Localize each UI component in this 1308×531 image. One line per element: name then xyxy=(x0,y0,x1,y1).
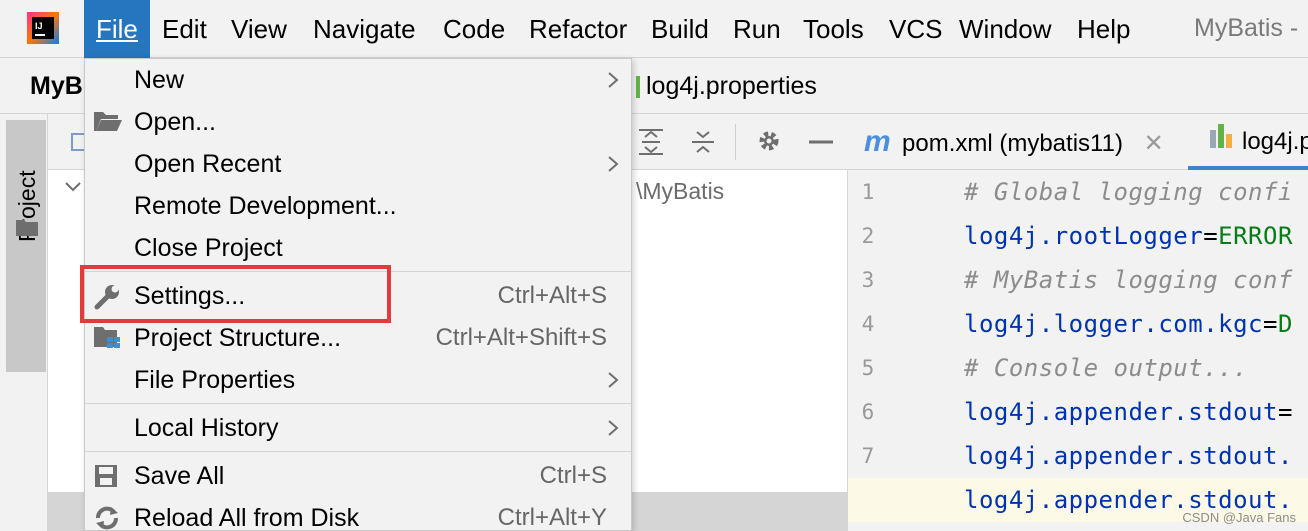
line-number: 1 xyxy=(861,180,875,204)
property-value: D xyxy=(1277,310,1293,338)
chevron-down-icon[interactable] xyxy=(64,180,82,199)
property-value: ERROR xyxy=(1218,222,1293,250)
folder-icon xyxy=(16,218,38,241)
menu-item-open-recent[interactable]: Open Recent xyxy=(85,143,631,185)
menu-item-label: Open Recent xyxy=(134,150,282,178)
menu-help[interactable]: Help xyxy=(1065,0,1142,58)
code-line: log4j.appender.stdout= xyxy=(964,398,1293,426)
chevron-right-icon xyxy=(607,155,619,178)
menu-refactor[interactable]: Refactor xyxy=(517,0,639,58)
expand-all-icon[interactable] xyxy=(638,128,664,161)
settings-highlight-box xyxy=(80,265,391,323)
menu-item-new[interactable]: New xyxy=(85,59,631,101)
menu-item-save-all[interactable]: Save All Ctrl+S xyxy=(85,455,631,497)
menu-code[interactable]: Code xyxy=(431,0,517,58)
menu-item-shortcut: Ctrl+Alt+Shift+S xyxy=(435,324,607,351)
chevron-right-icon xyxy=(607,419,619,442)
menu-item-project-structure[interactable]: Project Structure... Ctrl+Alt+Shift+S xyxy=(85,317,631,359)
menu-build[interactable]: Build xyxy=(639,0,721,58)
line-number: 4 xyxy=(861,312,875,336)
breadcrumb-project[interactable]: MyB xyxy=(30,58,83,114)
editor-tabs: m pom.xml (mybatis11) ✕ log4j.p xyxy=(848,114,1308,170)
menu-item-label: Project Structure... xyxy=(134,324,342,352)
menu-item-label: Save All xyxy=(134,462,225,490)
gear-icon[interactable] xyxy=(756,128,782,159)
chevron-right-icon xyxy=(607,71,619,94)
menu-item-label: Close Project xyxy=(134,234,283,262)
chevron-right-icon xyxy=(607,371,619,394)
reload-icon xyxy=(93,505,121,531)
tab-label: log4j.p xyxy=(1242,128,1308,155)
code-line: # MyBatis logging conf xyxy=(964,266,1293,294)
properties-file-icon xyxy=(1208,115,1242,171)
toolbar-divider xyxy=(735,124,736,160)
intellij-logo-icon[interactable]: IJ xyxy=(27,12,59,44)
breadcrumb-file[interactable]: log4j.properties xyxy=(646,58,817,114)
code-line: # Global logging confi xyxy=(964,178,1293,206)
code-editor[interactable]: # Global logging confi log4j.rootLogger=… xyxy=(952,170,1308,531)
equals-sign: = xyxy=(1277,398,1293,426)
line-number: 3 xyxy=(861,268,875,292)
equals-sign: = xyxy=(1203,222,1219,250)
collapse-all-icon[interactable] xyxy=(690,128,716,161)
tab-log4j-properties[interactable]: log4j.p xyxy=(1208,114,1308,170)
project-structure-icon xyxy=(93,325,123,356)
folder-open-icon xyxy=(93,109,123,138)
equals-sign: = xyxy=(1262,310,1278,338)
window-title: MyBatis - xyxy=(1194,14,1299,42)
menu-item-shortcut: Ctrl+Alt+Y xyxy=(497,504,607,531)
menu-file-label: File xyxy=(96,14,138,44)
watermark-text: CSDN @Java Fans xyxy=(1182,510,1296,525)
menu-item-label: Open... xyxy=(134,108,216,136)
menu-navigate[interactable]: Navigate xyxy=(301,0,428,58)
menu-item-local-history[interactable]: Local History xyxy=(85,407,631,449)
main-menubar: IJ File Edit View Navigate Code Refactor… xyxy=(0,0,1308,58)
menu-tools[interactable]: Tools xyxy=(791,0,876,58)
property-key: log4j.rootLogger xyxy=(964,222,1204,250)
menu-item-label: Remote Development... xyxy=(134,192,397,220)
menu-edit[interactable]: Edit xyxy=(150,0,219,58)
menu-item-close-project[interactable]: Close Project xyxy=(85,227,631,269)
editor-gutter: 1 2 3 4 5 6 7 8 xyxy=(848,170,952,531)
project-tool-window-button[interactable]: Project xyxy=(6,120,46,372)
line-number: 6 xyxy=(861,400,875,424)
close-icon[interactable]: ✕ xyxy=(1144,116,1164,172)
menu-item-label: File Properties xyxy=(134,366,296,394)
code-line: log4j.appender.stdout. xyxy=(964,442,1293,470)
property-key: log4j.appender.stdout. xyxy=(964,442,1293,470)
line-number: 7 xyxy=(861,444,875,468)
menu-item-open[interactable]: Open... xyxy=(85,101,631,143)
left-tool-strip: Project xyxy=(0,114,48,531)
menu-window[interactable]: Window xyxy=(947,0,1063,58)
menu-file[interactable]: File xyxy=(84,0,150,58)
code-line: # Console output... xyxy=(964,354,1249,382)
save-icon xyxy=(93,463,121,494)
properties-file-icon xyxy=(636,76,640,98)
menu-separator xyxy=(85,403,631,404)
property-key: log4j.logger.com.kgc xyxy=(964,310,1263,338)
menu-item-label: Reload All from Disk xyxy=(134,504,360,531)
property-key: log4j.appender.stdout xyxy=(964,398,1278,426)
maven-icon: m xyxy=(864,125,891,158)
menu-run[interactable]: Run xyxy=(721,0,793,58)
menu-item-label: New xyxy=(134,66,185,94)
menu-item-label: Local History xyxy=(134,414,279,442)
menu-item-file-properties[interactable]: File Properties xyxy=(85,359,631,401)
logo-text: IJ xyxy=(35,21,43,31)
menu-item-remote-development[interactable]: Remote Development... xyxy=(85,185,631,227)
line-number: 2 xyxy=(861,224,875,248)
code-line: log4j.rootLogger=ERROR xyxy=(964,222,1293,250)
menu-vcs[interactable]: VCS xyxy=(877,0,954,58)
menu-separator xyxy=(85,451,631,452)
menu-view[interactable]: View xyxy=(219,0,299,58)
menu-item-shortcut: Ctrl+S xyxy=(539,462,607,489)
menu-item-reload-all[interactable]: Reload All from Disk Ctrl+Alt+Y xyxy=(85,497,631,531)
menu-item-shortcut: Ctrl+Alt+S xyxy=(497,282,607,309)
line-number: 5 xyxy=(861,356,875,380)
tab-label: pom.xml (mybatis11) xyxy=(902,130,1123,157)
project-root-path: \MyBatis xyxy=(636,178,725,204)
tab-pom-xml[interactable]: m pom.xml (mybatis11) ✕ xyxy=(864,114,1164,170)
code-line: log4j.logger.com.kgc=D xyxy=(964,310,1293,338)
minimize-icon[interactable] xyxy=(808,128,834,159)
